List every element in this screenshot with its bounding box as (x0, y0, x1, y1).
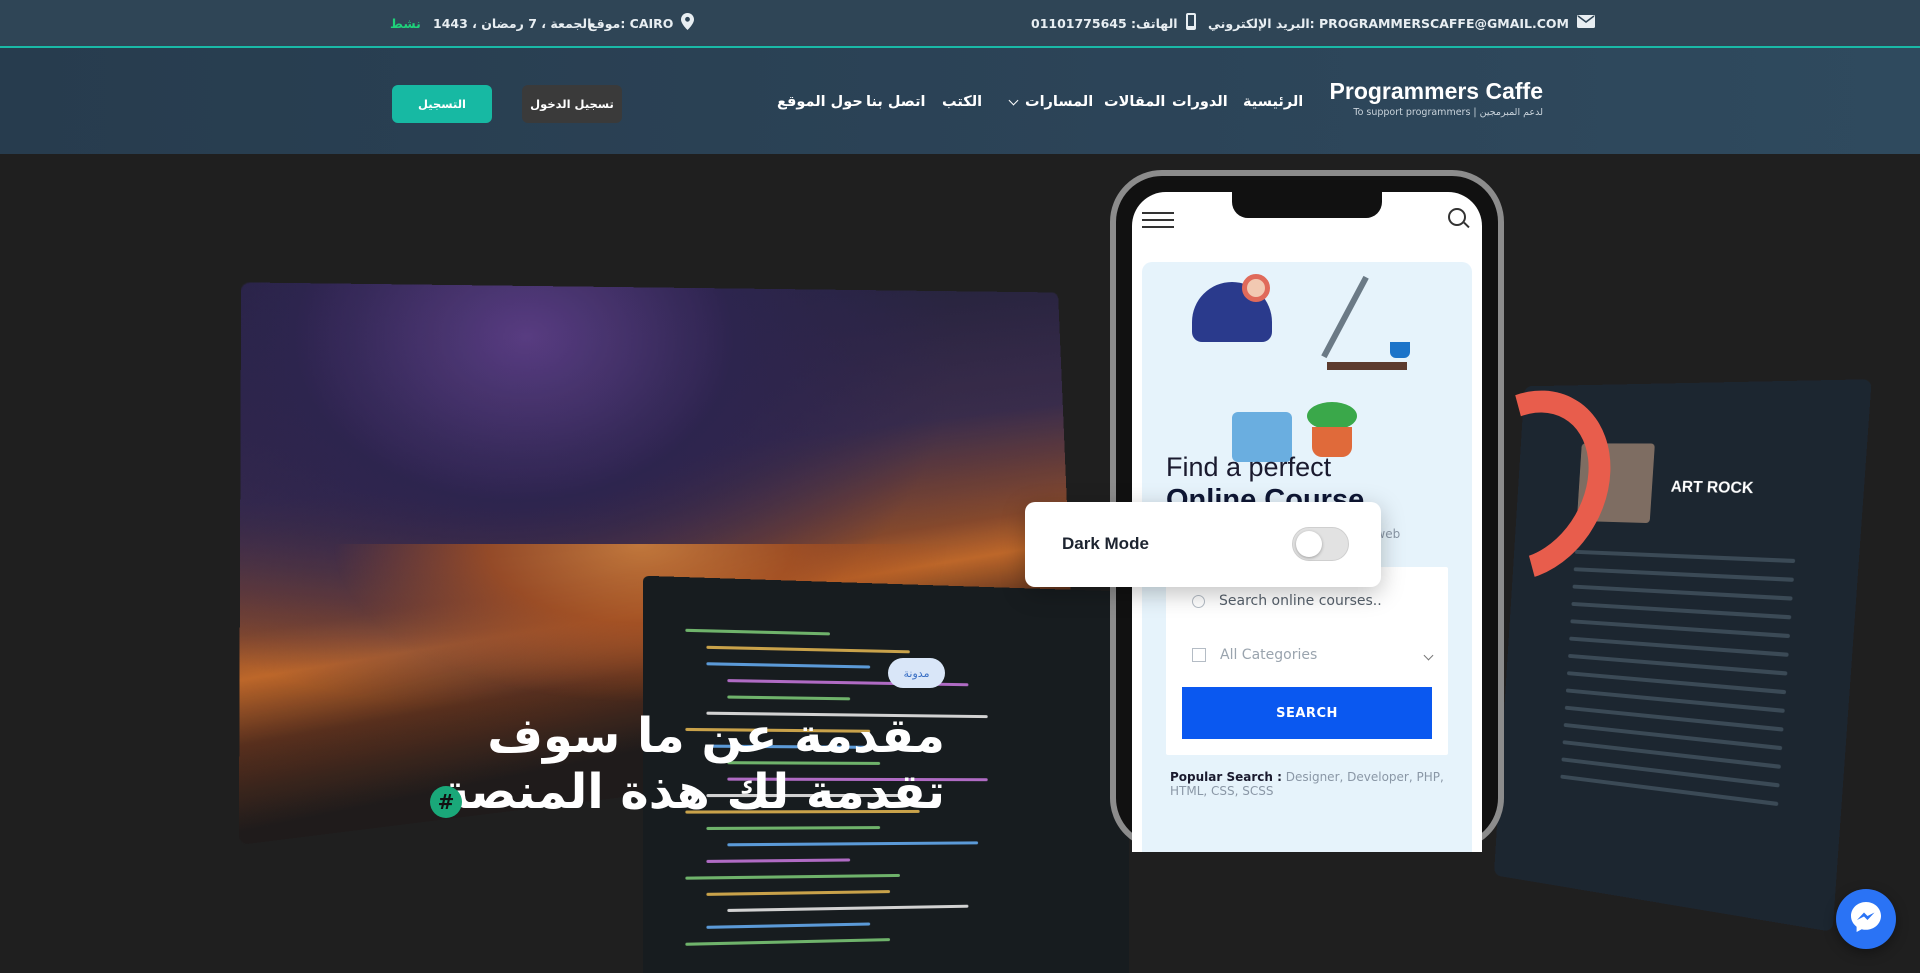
topbar-location-text: موقع: CAIRO (588, 15, 674, 31)
course-search-placeholder: Search online courses.. (1219, 593, 1382, 609)
envelope-icon (1576, 15, 1595, 31)
hashtag-icon: # (430, 786, 462, 818)
search-button[interactable]: SEARCH (1182, 687, 1432, 739)
topbar-email: البريد الإلكتروني: PROGRAMMERSCAFFE@GMAI… (1208, 0, 1595, 46)
category-select-value: All Categories (1220, 647, 1318, 663)
cube-icon (1192, 648, 1206, 662)
brand-subtitle: To support programmers | لدعم المبرمجين (1353, 107, 1543, 118)
course-search-input[interactable]: Search online courses.. (1192, 593, 1382, 609)
mobile-phone-icon (1185, 13, 1196, 33)
topbar-location: موقع: CAIRO (588, 0, 695, 46)
map-pin-icon (681, 13, 695, 33)
toggle-knob (1296, 531, 1322, 557)
dark-mode-toggle[interactable] (1292, 527, 1349, 561)
site-brand[interactable]: Programmers Caffe To support programmers… (1320, 78, 1543, 118)
chevron-down-icon (1423, 650, 1434, 660)
nav-courses[interactable]: الدورات (1172, 90, 1228, 114)
chevron-down-icon (1008, 95, 1019, 105)
phone-search-card: Search online courses.. All Categories S… (1166, 567, 1448, 755)
nav-articles[interactable]: المقالات (1104, 90, 1165, 114)
search-icon (1192, 594, 1205, 608)
hero-section: ART ROCK (0, 154, 1920, 973)
topbar-date: الجمعة ، 7 رمضان ، 1443 (433, 15, 592, 31)
album-title: ART ROCK (1670, 478, 1755, 498)
person-head-illustration (1242, 274, 1270, 302)
signup-button[interactable]: التسجيل (392, 85, 492, 123)
phone-heading-line1: Find a perfect (1166, 452, 1332, 482)
popular-search-label: Popular Search : (1170, 770, 1282, 784)
nav-home[interactable]: الرئيسية (1243, 90, 1303, 114)
messenger-icon (1849, 900, 1883, 938)
topbar-phone-text: الهاتف: 01101775645 (1031, 15, 1178, 31)
popular-search: Popular Search : Designer, Developer, PH… (1170, 770, 1450, 798)
category-badge[interactable]: مدونة (888, 658, 945, 688)
topbar-phone: الهاتف: 01101775645 (1031, 0, 1196, 46)
login-button[interactable]: تسجيل الدخول (522, 85, 622, 123)
cup-illustration (1390, 342, 1410, 358)
nav-about[interactable]: حول الموقع (777, 90, 863, 114)
search-icon[interactable] (1448, 208, 1466, 226)
nav-books[interactable]: الكتب (942, 90, 982, 114)
topbar-email-text: البريد الإلكتروني: PROGRAMMERSCAFFE@GMAI… (1208, 15, 1569, 31)
nav-tracks[interactable]: المسارات (1008, 90, 1094, 114)
brand-title[interactable]: Programmers Caffe (1320, 78, 1543, 105)
dark-mode-card: Dark Mode (1025, 502, 1381, 587)
phone-notch (1232, 192, 1382, 218)
top-info-bar: البريد الإلكتروني: PROGRAMMERSCAFFE@GMAI… (0, 0, 1920, 48)
hamburger-menu-icon[interactable] (1142, 212, 1174, 233)
lamp-illustration (1321, 275, 1369, 359)
nav-tracks-label: المسارات (1025, 94, 1094, 110)
messenger-chat-button[interactable] (1836, 889, 1896, 949)
category-select[interactable]: All Categories (1192, 647, 1434, 663)
plant-leaves-illustration (1307, 402, 1357, 430)
table-illustration (1327, 362, 1407, 370)
dark-mode-label: Dark Mode (1062, 534, 1149, 553)
topbar-status: نشط (390, 15, 421, 31)
nav-contact[interactable]: اتصل بنا (866, 90, 926, 114)
hero-title[interactable]: مقدمة عن ما سوف تقدمة لك هذة المنصة (385, 708, 945, 820)
